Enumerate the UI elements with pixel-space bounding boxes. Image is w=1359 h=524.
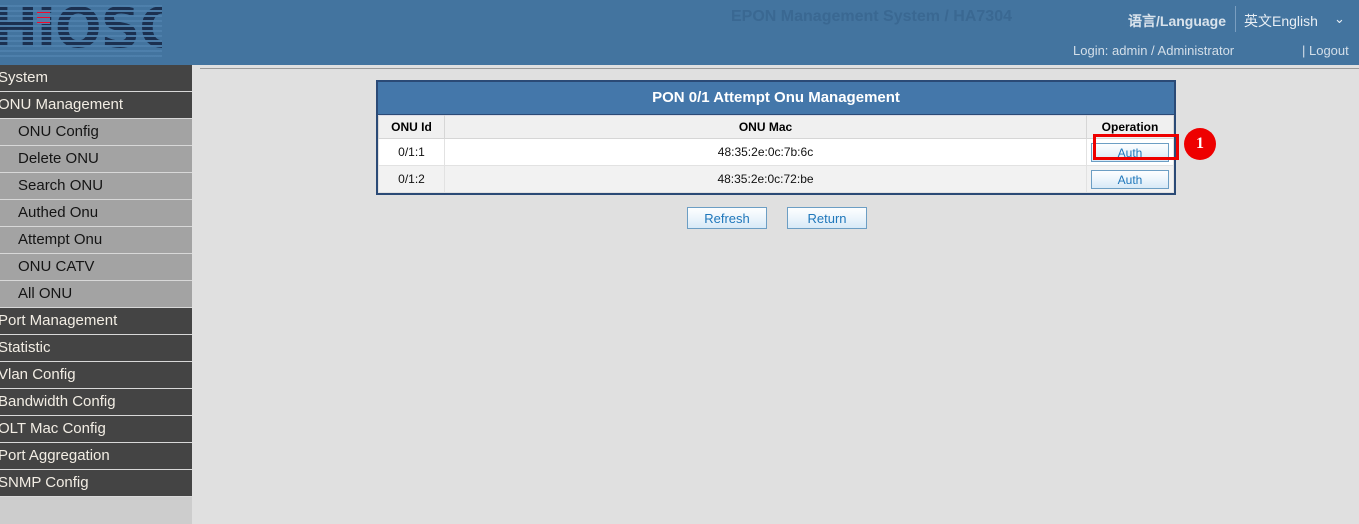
logo-accent-dot-stripes [37, 10, 50, 24]
cell-onu-id: 0/1:2 [379, 166, 445, 193]
sidebar-item-statistic[interactable]: Statistic [0, 335, 192, 362]
attempt-onu-panel: PON 0/1 Attempt Onu Management ONU Id ON… [376, 80, 1176, 195]
language-select[interactable]: 英文English [1244, 11, 1318, 31]
refresh-button[interactable]: Refresh [687, 207, 767, 229]
attempt-onu-table: ONU Id ONU Mac Operation 0/1:148:35:2e:0… [378, 115, 1174, 193]
sidebar-item-bandwidth-config[interactable]: Bandwidth Config [0, 389, 192, 416]
sidebar-item-port-management[interactable]: Port Management [0, 308, 192, 335]
annotation-badge-1: 1 [1184, 128, 1216, 160]
return-button[interactable]: Return [787, 207, 867, 229]
main-content: PON 0/1 Attempt Onu Management ONU Id ON… [192, 65, 1359, 524]
sidebar-item-all-onu[interactable]: All ONU [0, 281, 192, 308]
sidebar-item-port-aggregation[interactable]: Port Aggregation [0, 443, 192, 470]
sidebar-item-olt-mac-config[interactable]: OLT Mac Config [0, 416, 192, 443]
sidebar-item-onu-config[interactable]: ONU Config [0, 119, 192, 146]
table-row: 0/1:148:35:2e:0c:7b:6cAuth [379, 139, 1174, 166]
sidebar-item-attempt-onu[interactable]: Attempt Onu [0, 227, 192, 254]
panel-title: PON 0/1 Attempt Onu Management [378, 82, 1174, 115]
language-label: 语言/Language [1128, 11, 1226, 31]
login-info: Login: admin / Administrator [1073, 43, 1234, 58]
column-header-onu-id: ONU Id [379, 116, 445, 139]
sidebar-item-vlan-config[interactable]: Vlan Config [0, 362, 192, 389]
sidebar-item-search-onu[interactable]: Search ONU [0, 173, 192, 200]
table-body: 0/1:148:35:2e:0c:7b:6cAuth0/1:248:35:2e:… [379, 139, 1174, 193]
page-header: HiOSO EPON Management System / HA7304 语言… [0, 0, 1359, 65]
sidebar-item-system[interactable]: System [0, 65, 192, 92]
auth-button[interactable]: Auth [1091, 143, 1169, 162]
sidebar-item-onu-catv[interactable]: ONU CATV [0, 254, 192, 281]
table-head: ONU Id ONU Mac Operation [379, 116, 1174, 139]
table-row: 0/1:248:35:2e:0c:72:beAuth [379, 166, 1174, 193]
cell-operation: Auth [1087, 139, 1174, 166]
cell-onu-mac: 48:35:2e:0c:7b:6c [445, 139, 1087, 166]
header-divider [1235, 6, 1236, 32]
logo-wordmark: HiOSO [0, 2, 162, 58]
page-title: EPON Management System / HA7304 [731, 8, 1012, 26]
cell-onu-id: 0/1:1 [379, 139, 445, 166]
sidebar-item-authed-onu[interactable]: Authed Onu [0, 200, 192, 227]
sidebar-item-delete-onu[interactable]: Delete ONU [0, 146, 192, 173]
cell-onu-mac: 48:35:2e:0c:72:be [445, 166, 1087, 193]
column-header-operation: Operation [1087, 116, 1174, 139]
sidebar-nav: SystemONU ManagementONU ConfigDelete ONU… [0, 65, 192, 524]
sidebar-item-onu-management[interactable]: ONU Management [0, 92, 192, 119]
hioso-logo: HiOSO [0, 2, 162, 58]
column-header-onu-mac: ONU Mac [445, 116, 1087, 139]
cell-operation: Auth [1087, 166, 1174, 193]
logout-link[interactable]: | Logout [1302, 43, 1349, 58]
sidebar-item-snmp-config[interactable]: SNMP Config [0, 470, 192, 497]
content-top-divider [200, 68, 1359, 69]
auth-button[interactable]: Auth [1091, 170, 1169, 189]
table-header-row: ONU Id ONU Mac Operation [379, 116, 1174, 139]
chevron-down-icon[interactable]: ⌄ [1334, 12, 1345, 26]
